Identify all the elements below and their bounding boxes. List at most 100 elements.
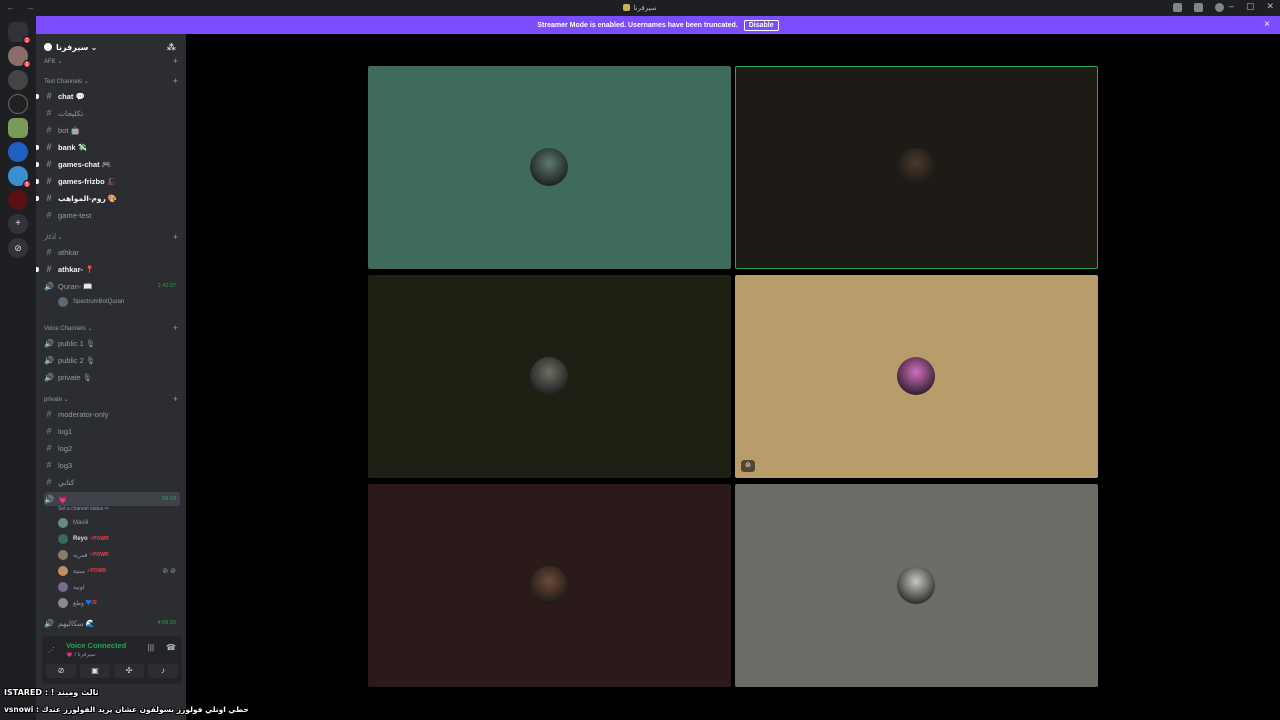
voice-user[interactable]: قمرية ⚡POWR — [58, 548, 180, 562]
server-header[interactable]: سيرفرنا ⌄ ⁂ — [44, 40, 178, 54]
hashtag-icon: # — [46, 91, 52, 101]
participant-tile[interactable]: ⊘ — [735, 275, 1098, 478]
voice-user-name: قمرية — [73, 552, 88, 559]
voice-user[interactable]: Mavili — [58, 516, 180, 530]
minimize-button[interactable]: – — [1229, 1, 1234, 12]
server-icon-3[interactable] — [8, 94, 28, 114]
banner-close-button[interactable]: × — [1264, 19, 1270, 30]
text-channel[interactable]: # log2 — [44, 441, 180, 455]
hashtag-icon: # — [46, 477, 52, 487]
text-channel[interactable]: # تكليجات — [44, 106, 180, 120]
channel-name: log2 — [58, 443, 73, 453]
channel-sidebar: سيرفرنا ⌄ ⁂ AFK ⌄ + Text Channels ⌄ + # cha… — [36, 34, 186, 720]
text-channel[interactable]: # روم-المواهب 🎨 — [36, 191, 180, 205]
signal-icon[interactable]: ⋰ — [48, 646, 55, 654]
voice-category[interactable]: Voice Channels ⌄ + — [44, 323, 178, 333]
server-icon-1[interactable]: 6 — [8, 46, 31, 68]
text-channel[interactable]: # athkar — [44, 245, 180, 259]
text-channel[interactable]: # كتابي — [44, 475, 180, 489]
hashtag-icon: # — [46, 193, 52, 203]
text-channel[interactable]: # log3 — [44, 458, 180, 472]
discover-icon[interactable]: ⊘ — [8, 238, 28, 258]
voice-user[interactable]: مبنية ⚡POWR ⊘ ⊘ — [58, 564, 180, 578]
server-icon-6[interactable]: 5 — [8, 166, 31, 188]
user-tag: ⚡POWR — [86, 568, 106, 574]
add-channel-icon[interactable]: + — [173, 232, 178, 242]
voice-connected-title[interactable]: Voice Connected — [66, 641, 126, 650]
hashtag-icon: # — [46, 108, 52, 118]
channel-name: chat 💬 — [58, 91, 85, 101]
help-icon[interactable] — [1215, 3, 1224, 12]
channel-name: log1 — [58, 426, 73, 436]
flag-icon[interactable] — [1173, 3, 1182, 12]
screen-share-icon[interactable]: ▣ — [80, 664, 110, 678]
channel-name: log3 — [58, 460, 73, 470]
text-category[interactable]: Text Channels ⌄ + — [44, 76, 178, 86]
chevron-down-icon: ⌄ — [88, 42, 98, 52]
text-channel[interactable]: # games-frizbo 🎩 — [36, 174, 180, 188]
add-channel-icon[interactable]: + — [173, 76, 178, 86]
participant-tile[interactable] — [368, 275, 731, 478]
text-channel[interactable]: # bank 💸 — [36, 140, 180, 154]
private-category[interactable]: private ⌄ + — [44, 394, 178, 404]
participant-tile[interactable] — [735, 484, 1098, 687]
participant-tile[interactable] — [368, 484, 731, 687]
voice-channel[interactable]: 🔊 public 2 🎙 — [44, 353, 180, 367]
server-icon-5[interactable] — [8, 142, 28, 162]
activities-icon[interactable]: ✣ — [114, 664, 144, 678]
voice-connected-location[interactable]: 💗 / سيرفرنا — [66, 652, 96, 658]
unread-indicator — [36, 144, 39, 150]
disconnect-icon[interactable]: ☎ — [166, 643, 176, 652]
voice-channel[interactable]: 🔊 public 1 🎙 — [44, 336, 180, 350]
participant-avatar — [530, 357, 568, 395]
channel-name: bank 💸 — [58, 142, 87, 152]
voice-user[interactable]: وطع 💙IS — [58, 596, 180, 610]
add-server-icon[interactable]: + — [8, 214, 28, 234]
maximize-button[interactable]: ▢ — [1246, 1, 1255, 12]
channel-status[interactable]: Set a channel status ✏ — [58, 506, 109, 512]
server-icon-2[interactable] — [8, 70, 28, 90]
speaker-icon: 🔊 — [44, 494, 54, 504]
soundboard-icon[interactable]: ♪ — [148, 664, 178, 678]
server-icon-active[interactable] — [8, 118, 28, 138]
athkar-category[interactable]: أذكار ⌄ + — [44, 232, 178, 242]
participant-tile[interactable] — [368, 66, 731, 269]
voice-user[interactable]: Reyo ⚡POWR — [58, 532, 180, 546]
voice-channel-active[interactable]: 🔊 💗 59:18 — [44, 492, 180, 506]
hashtag-icon: # — [46, 264, 52, 274]
text-channel[interactable]: # log1 — [44, 424, 180, 438]
text-channel[interactable]: # bot 🤖 — [44, 123, 180, 137]
camera-off-icon[interactable]: ⊘ — [46, 664, 76, 678]
direct-messages-button[interactable]: 2 — [8, 22, 31, 44]
voice-panel-buttons: ⊘ ▣ ✣ ♪ — [46, 664, 178, 678]
text-channel[interactable]: # moderator-only — [44, 407, 180, 421]
window-title-text: سيرفرنا — [633, 5, 657, 12]
add-channel-icon[interactable]: + — [173, 394, 178, 404]
text-channel[interactable]: # chat 💬 — [36, 89, 180, 103]
unread-indicator — [36, 195, 39, 201]
voice-user-name: SpectrumBotQuran — [73, 299, 125, 305]
voice-user-name: لونية — [73, 584, 85, 591]
server-name: سيرفرنا — [56, 42, 89, 52]
voice-channel-quran[interactable]: 🔊 Quran- 📖 1:42:27 — [44, 279, 180, 293]
text-channel[interactable]: # athkar- 📍 — [36, 262, 180, 276]
participant-tile[interactable] — [735, 66, 1098, 269]
voice-user[interactable]: SpectrumBotQuran — [58, 295, 180, 309]
noise-suppression-icon[interactable]: ||| — [148, 643, 154, 652]
server-icon-7[interactable] — [8, 190, 28, 210]
inbox-icon[interactable] — [1194, 3, 1203, 12]
text-channel[interactable]: # game-test — [44, 208, 180, 222]
invite-icon[interactable]: ⁂ — [167, 42, 176, 53]
add-channel-icon[interactable]: + — [173, 56, 178, 66]
window-close-button[interactable]: ✕ — [1266, 1, 1274, 12]
voice-channel[interactable]: 🔊 private 🎙 — [44, 370, 180, 384]
unread-badge: 6 — [23, 60, 31, 68]
afk-category[interactable]: AFK ⌄ + — [44, 56, 178, 66]
text-channel[interactable]: # games-chat 🎮 — [36, 157, 180, 171]
voice-channel-other[interactable]: 🔊 سكاليهم 🌊 4:09:20 — [44, 616, 180, 630]
unread-indicator — [36, 178, 39, 184]
add-channel-icon[interactable]: + — [173, 323, 178, 333]
participant-avatar — [530, 566, 568, 604]
voice-user[interactable]: لونية — [58, 580, 180, 594]
disable-streamer-button[interactable]: Disable — [743, 19, 779, 31]
